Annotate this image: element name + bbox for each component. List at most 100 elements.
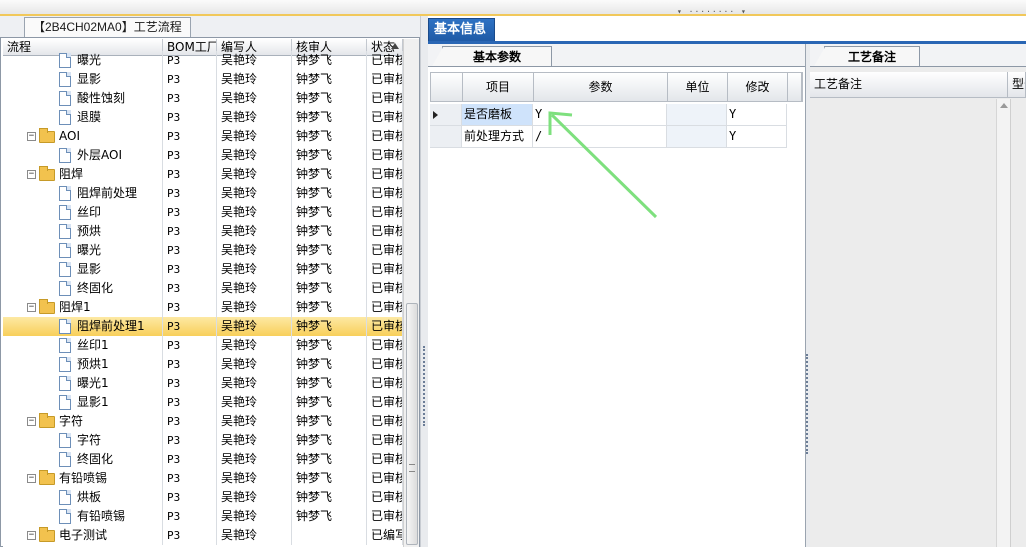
left-splitter[interactable] bbox=[420, 16, 428, 547]
tree-node-cell[interactable]: 预烘 bbox=[3, 222, 163, 241]
tree-node-cell[interactable]: 显影 bbox=[3, 70, 163, 89]
tree-node[interactable]: 酸性蚀刻 bbox=[59, 89, 125, 108]
column-header-param[interactable]: 参数 bbox=[534, 73, 668, 101]
tree-node-cell[interactable]: 烘板 bbox=[3, 488, 163, 507]
tree-node[interactable]: 终固化 bbox=[59, 279, 113, 298]
tree-node[interactable]: 外层AOI bbox=[59, 146, 122, 165]
tab-basic-info[interactable]: 基本信息 bbox=[428, 18, 495, 42]
param-modify-cell[interactable]: Y bbox=[727, 126, 787, 147]
tree-node-cell[interactable]: 字符 bbox=[3, 431, 163, 450]
collapse-icon[interactable]: − bbox=[27, 417, 36, 426]
tree-node-cell[interactable]: 终固化 bbox=[3, 279, 163, 298]
tree-node-cell[interactable]: 外层AOI bbox=[3, 146, 163, 165]
tree-row[interactable]: 酸性蚀刻 P3吴艳玲钟梦飞已审核 bbox=[3, 89, 403, 108]
tree-node-cell[interactable]: 丝印1 bbox=[3, 336, 163, 355]
tree-node[interactable]: − 字符 bbox=[27, 412, 83, 431]
tree-node[interactable]: − 阻焊1 bbox=[27, 298, 91, 317]
tree-node[interactable]: 预烘 bbox=[59, 222, 101, 241]
tree-row[interactable]: − 阻焊1 P3吴艳玲钟梦飞已审核 bbox=[3, 298, 403, 317]
param-value-cell[interactable]: / bbox=[533, 126, 667, 147]
param-item-cell[interactable]: 前处理方式 bbox=[462, 126, 533, 147]
tree-node-cell[interactable]: 显影1 bbox=[3, 393, 163, 412]
tree-row[interactable]: 外层AOI P3吴艳玲钟梦飞已审核 bbox=[3, 146, 403, 165]
tree-node-cell[interactable]: 显影 bbox=[3, 260, 163, 279]
column-header-item[interactable]: 项目 bbox=[463, 73, 534, 101]
tree-node[interactable]: 烘板 bbox=[59, 488, 101, 507]
tree-row[interactable]: − 有铅喷锡 P3吴艳玲钟梦飞已审核 bbox=[3, 469, 403, 488]
tree-node-cell[interactable]: 阻焊前处理1 bbox=[3, 317, 163, 336]
tree-node[interactable]: − AOI bbox=[27, 127, 80, 146]
param-unit-cell[interactable] bbox=[667, 104, 727, 125]
tree-row[interactable]: 丝印 P3吴艳玲钟梦飞已审核 bbox=[3, 203, 403, 222]
tree-row[interactable]: 终固化 P3吴艳玲钟梦飞已审核 bbox=[3, 450, 403, 469]
tree-scrollbar[interactable] bbox=[403, 39, 419, 547]
tree-node[interactable]: 退膜 bbox=[59, 108, 101, 127]
tree-row[interactable]: − 字符 P3吴艳玲钟梦飞已审核 bbox=[3, 412, 403, 431]
tree-node[interactable]: 显影 bbox=[59, 260, 101, 279]
tree-node[interactable]: 有铅喷锡 bbox=[59, 507, 125, 526]
tree-row[interactable]: 显影1 P3吴艳玲钟梦飞已审核 bbox=[3, 393, 403, 412]
tree-row[interactable]: − 电子测试 P3吴艳玲 已编写 bbox=[3, 526, 403, 545]
tree-node[interactable]: − 阻焊 bbox=[27, 165, 83, 184]
tree-node[interactable]: 字符 bbox=[59, 431, 101, 450]
tree-row[interactable]: 阻焊前处理1 P3吴艳玲钟梦飞已审核 bbox=[3, 317, 403, 336]
tree-node[interactable]: 阻焊前处理 bbox=[59, 184, 137, 203]
tree-node-cell[interactable]: − 有铅喷锡 bbox=[3, 469, 163, 488]
param-item-cell[interactable]: 是否磨板 bbox=[462, 104, 533, 125]
tree-node[interactable]: − 有铅喷锡 bbox=[27, 469, 107, 488]
tree-row[interactable]: 终固化 P3吴艳玲钟梦飞已审核 bbox=[3, 279, 403, 298]
params-row[interactable]: 前处理方式 / Y bbox=[430, 126, 787, 148]
tree-node[interactable]: 曝光 bbox=[59, 51, 101, 70]
tree-row[interactable]: 预烘1 P3吴艳玲钟梦飞已审核 bbox=[3, 355, 403, 374]
tree-row[interactable]: 烘板 P3吴艳玲钟梦飞已审核 bbox=[3, 488, 403, 507]
tree-row[interactable]: 曝光 P3吴艳玲钟梦飞已审核 bbox=[3, 241, 403, 260]
toolbar-grip-icon[interactable]: ▾ ········ ▾ bbox=[677, 7, 747, 16]
tree-node-cell[interactable]: − AOI bbox=[3, 127, 163, 146]
column-header-model[interactable]: 型号 bbox=[1008, 72, 1026, 97]
tree-row[interactable]: 有铅喷锡 P3吴艳玲钟梦飞已审核 bbox=[3, 507, 403, 526]
tree-node-cell[interactable]: 丝印 bbox=[3, 203, 163, 222]
tree-node-cell[interactable]: − 字符 bbox=[3, 412, 163, 431]
tree-node[interactable]: 曝光 bbox=[59, 241, 101, 260]
tree-row[interactable]: − AOI P3吴艳玲钟梦飞已审核 bbox=[3, 127, 403, 146]
column-header-process-note[interactable]: 工艺备注 bbox=[810, 72, 1008, 97]
tree-node-cell[interactable]: 酸性蚀刻 bbox=[3, 89, 163, 108]
notes-scrollbar[interactable] bbox=[996, 99, 1010, 547]
collapse-icon[interactable]: − bbox=[27, 132, 36, 141]
collapse-icon[interactable]: − bbox=[27, 474, 36, 483]
tab-process-notes[interactable]: 工艺备注 bbox=[813, 46, 920, 68]
tree-node[interactable]: − 电子测试 bbox=[27, 526, 107, 545]
tree-node-cell[interactable]: − 电子测试 bbox=[3, 526, 163, 545]
params-row[interactable]: 是否磨板 Y Y bbox=[430, 104, 787, 126]
process-flow-tab[interactable]: 【2B4CH02MA0】工艺流程 bbox=[24, 17, 191, 37]
collapse-icon[interactable]: − bbox=[27, 531, 36, 540]
collapse-icon[interactable]: − bbox=[27, 170, 36, 179]
tree-node-cell[interactable]: 有铅喷锡 bbox=[3, 507, 163, 526]
tree-node-cell[interactable]: 预烘1 bbox=[3, 355, 163, 374]
param-unit-cell[interactable] bbox=[667, 126, 727, 147]
tree-node-cell[interactable]: 曝光 bbox=[3, 51, 163, 70]
tree-node-cell[interactable]: − 阻焊1 bbox=[3, 298, 163, 317]
tree-node[interactable]: 终固化 bbox=[59, 450, 113, 469]
param-modify-cell[interactable]: Y bbox=[727, 104, 787, 125]
tree-node-cell[interactable]: 阻焊前处理 bbox=[3, 184, 163, 203]
tree-row[interactable]: 显影 P3吴艳玲钟梦飞已审核 bbox=[3, 70, 403, 89]
tree-row[interactable]: 字符 P3吴艳玲钟梦飞已审核 bbox=[3, 431, 403, 450]
tree-row[interactable]: 丝印1 P3吴艳玲钟梦飞已审核 bbox=[3, 336, 403, 355]
tree-node-cell[interactable]: 退膜 bbox=[3, 108, 163, 127]
tree-row[interactable]: − 阻焊 P3吴艳玲钟梦飞已审核 bbox=[3, 165, 403, 184]
collapse-icon[interactable]: − bbox=[27, 303, 36, 312]
tree-node-cell[interactable]: 终固化 bbox=[3, 450, 163, 469]
tree-node-cell[interactable]: − 阻焊 bbox=[3, 165, 163, 184]
tree-row[interactable]: 曝光1 P3吴艳玲钟梦飞已审核 bbox=[3, 374, 403, 393]
tree-node[interactable]: 阻焊前处理1 bbox=[59, 317, 145, 336]
tree-node[interactable]: 显影1 bbox=[59, 393, 109, 412]
tree-row[interactable]: 阻焊前处理 P3吴艳玲钟梦飞已审核 bbox=[3, 184, 403, 203]
tree-row[interactable]: 预烘 P3吴艳玲钟梦飞已审核 bbox=[3, 222, 403, 241]
column-header-unit[interactable]: 单位 bbox=[668, 73, 728, 101]
tree-row[interactable]: 曝光 P3吴艳玲钟梦飞已审核 bbox=[3, 51, 403, 70]
column-header-modify[interactable]: 修改 bbox=[728, 73, 788, 101]
sort-ascending-icon[interactable] bbox=[391, 43, 399, 49]
scroll-up-icon[interactable] bbox=[1000, 103, 1008, 108]
tree-node-cell[interactable]: 曝光 bbox=[3, 241, 163, 260]
